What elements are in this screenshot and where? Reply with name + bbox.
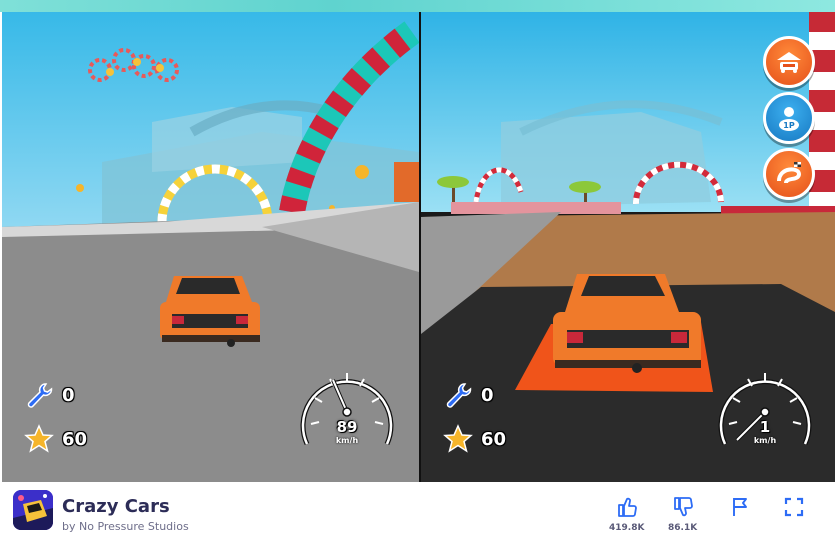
wrench-icon [27, 383, 53, 408]
flag-icon [733, 498, 747, 516]
speed-value: 1 [759, 418, 771, 436]
wrench-count: 0 [481, 384, 494, 406]
player-two-view: 0 60 1 km/h 1P [421, 12, 835, 482]
one-player-button[interactable]: 1P [763, 92, 815, 144]
garage-icon [777, 52, 801, 73]
track-select-icon [777, 162, 802, 184]
speed-unit: km/h [753, 436, 777, 445]
developer-credit[interactable]: by No Pressure Studios [62, 520, 189, 533]
top-banner-strip [0, 0, 835, 12]
game-canvas[interactable]: 0 60 89 km/h 0 60 1 km/h 1P [2, 12, 835, 482]
star-counter: 60 [443, 424, 506, 454]
player-one-view: 0 60 89 km/h [2, 12, 419, 482]
player-one-car [160, 276, 260, 347]
fullscreen-button[interactable] [783, 496, 805, 518]
game-logo-icon [13, 490, 53, 530]
speedometer: 1 km/h [713, 362, 817, 466]
report-button[interactable] [729, 496, 751, 518]
fullscreen-icon [784, 497, 804, 517]
star-icon [24, 424, 54, 453]
game-info-bar: Crazy Cars by No Pressure Studios 419.8K… [0, 482, 835, 546]
game-logo[interactable] [13, 490, 53, 530]
dislike-count: 86.1K [668, 523, 698, 533]
one-player-icon: 1P [779, 107, 799, 131]
game-title[interactable]: Crazy Cars [62, 496, 170, 517]
wrench-count: 0 [62, 384, 75, 406]
dislike-button[interactable]: 86.1K [668, 496, 697, 533]
star-count: 60 [481, 428, 507, 450]
like-count: 419.8K [609, 523, 645, 533]
speedometer: 89 km/h [295, 362, 399, 466]
thumbs-up-icon [617, 497, 637, 517]
thumbs-down-icon [673, 497, 693, 517]
speedometer-dial-icon [718, 373, 812, 446]
star-icon [443, 424, 473, 453]
wrench-counter: 0 [24, 380, 75, 410]
speed-unit: km/h [335, 436, 359, 445]
star-count: 60 [62, 428, 88, 450]
speed-value: 89 [336, 418, 358, 436]
speedometer-dial-icon [300, 373, 394, 446]
wrench-counter: 0 [443, 380, 494, 410]
star-counter: 60 [24, 424, 87, 454]
garage-button[interactable] [763, 36, 815, 88]
track-select-button[interactable] [763, 148, 815, 200]
like-button[interactable]: 419.8K [609, 496, 644, 533]
svg-text:1P: 1P [783, 121, 795, 130]
wrench-icon [446, 383, 472, 408]
